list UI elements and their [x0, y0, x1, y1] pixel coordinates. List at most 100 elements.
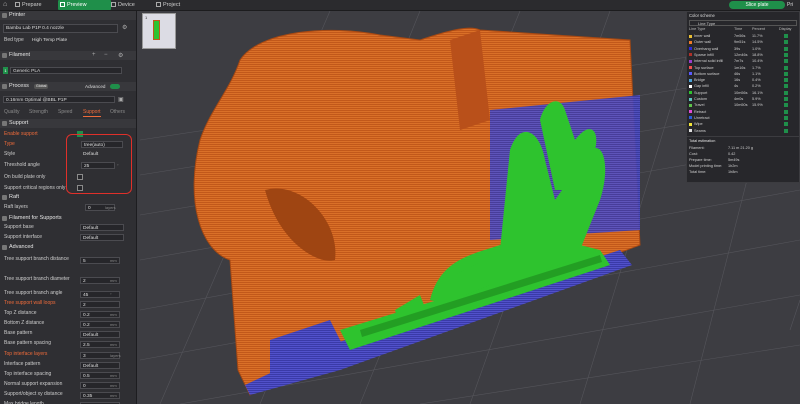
settings-sidebar: Printer Bambu Lab P1P 0.4 nozzle ⚙ Bed t…: [0, 11, 137, 404]
legend-row: Inner wall 7m56s 11.7%: [689, 33, 799, 39]
support-type-label: Type: [4, 141, 15, 147]
advanced-row-value: 0.2: [83, 323, 90, 328]
filament-supports-section-header: Filament for Supports: [0, 214, 136, 223]
legend-time: 7m56s: [734, 34, 746, 38]
legend-display-checkbox[interactable]: [784, 46, 788, 51]
tab-preview[interactable]: Preview: [58, 0, 111, 10]
legend-swatch: [689, 97, 692, 101]
printer-select[interactable]: Bambu Lab P1P 0.4 nozzle: [3, 24, 118, 33]
subtab-strength[interactable]: Strength: [29, 108, 48, 116]
legend-name: Gap infill: [694, 84, 709, 89]
save-profile-icon[interactable]: ▣: [118, 96, 124, 103]
filament-settings-icon[interactable]: ⚙: [118, 52, 123, 59]
legend-display-checkbox[interactable]: [784, 34, 788, 38]
advanced-row-input[interactable]: Default: [80, 362, 120, 369]
legend-display-checkbox[interactable]: [784, 52, 788, 57]
legend-col-line-type: Line Type: [689, 27, 706, 31]
legend-time: 4m0s: [734, 97, 744, 101]
total-row: Prepare time: 5m49s: [689, 158, 797, 162]
filament-section-header[interactable]: Filament: [0, 51, 136, 60]
printer-settings-icon[interactable]: ⚙: [122, 24, 127, 31]
legend-display-checkbox[interactable]: [784, 103, 788, 108]
legend-swatch: [689, 66, 692, 69]
legend-time: 39s: [734, 46, 741, 51]
color-scheme-label: Color scheme: [689, 13, 715, 18]
legend-row: Outer wall 9m51s 14.5%: [689, 39, 799, 45]
remove-filament-icon[interactable]: −: [104, 52, 108, 58]
advanced-row-value: 2: [83, 279, 86, 284]
legend-name: Outer wall: [694, 40, 712, 45]
advanced-row-unit: mm: [110, 278, 117, 283]
advanced-row-unit: mm: [110, 393, 117, 398]
advanced-section-title: Advanced: [9, 244, 34, 250]
advanced-toggle[interactable]: [110, 84, 120, 89]
total-row: Total time: 1h8m: [689, 170, 797, 174]
legend-display-checkbox[interactable]: [784, 84, 788, 89]
tab-project[interactable]: Project: [154, 0, 203, 10]
process-icon: [2, 84, 7, 89]
legend-name: Bottom surface: [694, 71, 720, 76]
legend-col-percent: Percent: [752, 27, 766, 31]
tab-device[interactable]: Device: [109, 0, 158, 10]
legend-display-checkbox[interactable]: [784, 78, 788, 83]
legend-display-checkbox[interactable]: [784, 97, 788, 101]
legend-name: Unretract: [694, 115, 710, 120]
total-value: 0.42: [728, 152, 736, 156]
print-button[interactable]: Pri: [787, 1, 800, 9]
subtab-others[interactable]: Others: [110, 108, 125, 116]
advanced-row-input[interactable]: 45: [80, 291, 120, 298]
raft-section-header: Raft: [0, 193, 136, 202]
global-badge[interactable]: Global: [34, 84, 49, 89]
process-profile-select[interactable]: 0.16mm Optimal @BBL P1P: [3, 96, 115, 103]
advanced-row-unit: mm: [110, 322, 117, 327]
legend-display-checkbox[interactable]: [784, 90, 788, 95]
legend-time: 12m46s: [734, 52, 748, 57]
advanced-row-unit: mm: [110, 312, 117, 317]
subtab-support[interactable]: Support: [83, 108, 101, 117]
legend-row: Internal solid infill 7m7s 10.4%: [689, 58, 799, 64]
legend-name: Seams: [694, 128, 706, 133]
top-bar: ⌂ Prepare Preview Device Project Slice p…: [0, 0, 800, 11]
legend-display-checkbox[interactable]: [784, 115, 788, 120]
legend-percent: 0.2%: [752, 84, 761, 89]
filament-slot-badge: 1: [3, 67, 8, 74]
legend-swatch: [689, 122, 692, 126]
total-row: Filament: 7.11 m 21.20 g: [689, 146, 797, 150]
legend-display-checkbox[interactable]: [784, 40, 788, 45]
subtab-quality[interactable]: Quality: [4, 108, 20, 116]
advanced-row-value: Default: [83, 364, 99, 369]
legend-row: Travel 10m50s 15.9%: [689, 102, 799, 108]
raft-icon: [2, 195, 7, 200]
advanced-row-input[interactable]: 2: [80, 301, 120, 308]
filament-name: Generic PLA: [13, 69, 41, 74]
add-filament-icon[interactable]: +: [92, 52, 96, 58]
filament-select[interactable]: Generic PLA: [10, 67, 122, 74]
process-subtabs: Quality Strength Speed Support Others: [0, 108, 136, 117]
printer-section-header[interactable]: Printer: [0, 11, 136, 20]
bed-type-select[interactable]: High Temp Plate: [30, 37, 120, 44]
advanced-row-value: 5: [83, 259, 86, 264]
legend-display-checkbox[interactable]: [784, 65, 788, 70]
support-base-select[interactable]: Default: [80, 224, 124, 231]
slice-plate-button[interactable]: Slice plate: [729, 1, 785, 9]
support-section-header: Support: [0, 119, 136, 128]
subtab-speed[interactable]: Speed: [58, 108, 72, 116]
home-icon[interactable]: ⌂: [3, 1, 11, 9]
legend-display-checkbox[interactable]: [784, 59, 788, 64]
legend-percent: 15.9%: [752, 103, 763, 108]
total-value: 1h2m: [728, 164, 738, 168]
advanced-row-label: Base pattern: [4, 330, 33, 336]
legend-display-checkbox[interactable]: [784, 128, 788, 133]
advanced-row-unit: °: [110, 292, 112, 297]
legend-display-checkbox[interactable]: [784, 122, 788, 127]
legend-display-checkbox[interactable]: [784, 71, 788, 76]
advanced-icon: [2, 245, 7, 250]
legend-display-checkbox[interactable]: [784, 109, 788, 114]
legend-percent: 1.1%: [752, 71, 761, 76]
plate-thumbnail[interactable]: 1: [142, 13, 176, 49]
color-scheme-select[interactable]: Line Type: [689, 20, 797, 26]
support-interface-select[interactable]: Default: [80, 234, 124, 241]
project-icon: [156, 2, 161, 7]
advanced-row-input[interactable]: Default: [80, 331, 120, 338]
advanced-row-label: Support/object xy distance: [4, 391, 63, 397]
